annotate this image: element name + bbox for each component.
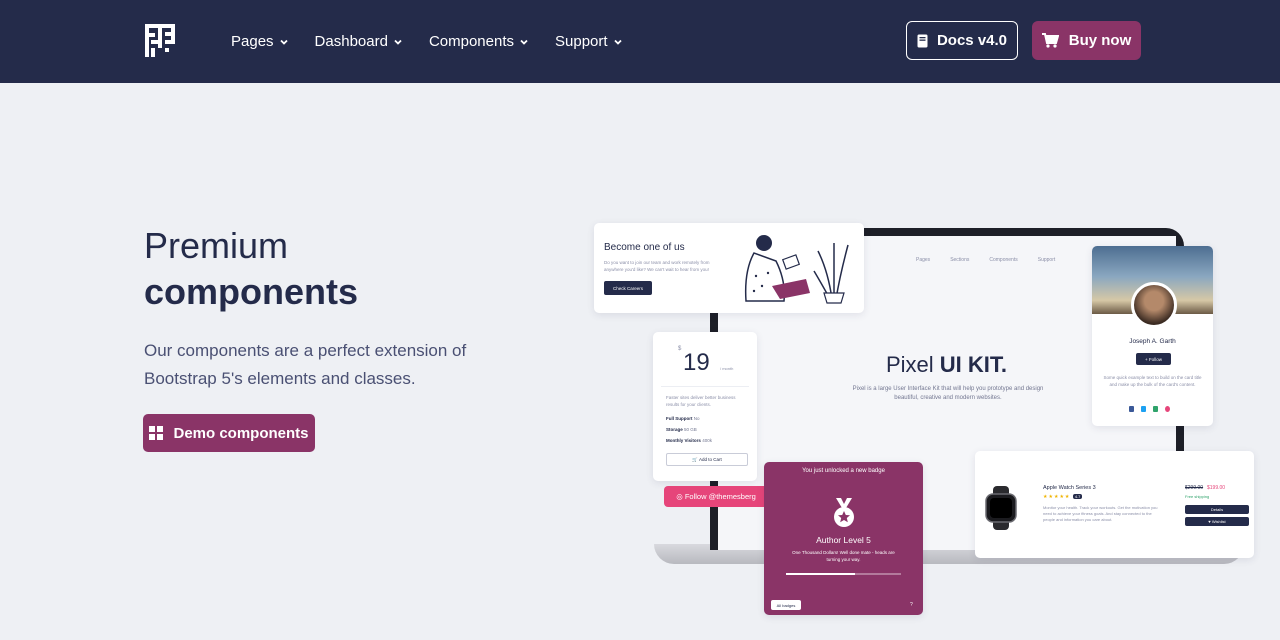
nav-item-support[interactable]: Support — [555, 33, 623, 50]
screen-title-bold: UI KIT. — [939, 352, 1008, 377]
profile-follow-label: Follow — [1148, 356, 1162, 362]
laptop-screen-description: Pixel is a large User Interface Kit that… — [852, 386, 1044, 401]
feature-name: Monthly Visitors — [666, 438, 701, 443]
screen-title-light: Pixel — [886, 352, 940, 377]
nav-item-label: Components — [428, 33, 514, 50]
facebook-icon — [1129, 406, 1134, 412]
feature-row: Full Support No — [666, 416, 700, 421]
career-card-title: Become one of us — [604, 242, 685, 253]
dribbble-icon: ◎ — [676, 492, 685, 501]
follow-label: Follow @themesberg — [684, 492, 756, 501]
product-description: Monitor your health. Track your workouts… — [1043, 505, 1158, 522]
profile-card: Joseph A. Garth + Follow Some quick exam… — [1092, 246, 1213, 426]
add-to-cart-label: Add to Cart — [699, 457, 722, 462]
product-old-price: $299.00 — [1185, 485, 1204, 491]
feature-row: Storage 50 GB — [666, 427, 697, 432]
hero-title-light: Premium — [144, 225, 289, 266]
profile-name: Joseph A. Garth — [1129, 338, 1176, 345]
cart-icon: 🛒 — [692, 456, 700, 462]
wishlist-label: Wishlist — [1211, 519, 1226, 524]
docs-button-label: Docs v4.0 — [936, 32, 1008, 49]
badge-message: One Thousand Dollars! Well done mate - h… — [792, 550, 895, 562]
product-shipping: Free shipping — [1185, 494, 1210, 499]
badge-level: Author Level 5 — [816, 535, 871, 545]
docs-button[interactable]: Docs v4.0 — [906, 21, 1018, 60]
buy-now-label: Buy now — [1068, 32, 1132, 49]
price-amount: 19 — [683, 349, 710, 376]
nav-item-components[interactable]: Components — [429, 33, 529, 50]
slack-icon — [1153, 406, 1158, 412]
screen-nav-item: Sections — [950, 257, 970, 263]
badge-card: You just unlocked a new badge Author Lev… — [764, 462, 923, 615]
help-icon: ? — [910, 602, 913, 608]
chevron-down-icon — [613, 39, 622, 45]
dribbble-icon — [1165, 406, 1170, 412]
feature-value: 50 GB — [684, 427, 697, 432]
shopping-cart-icon — [1041, 33, 1059, 48]
reading-woman-illustration — [744, 235, 849, 304]
product-rating: ★★★★★ 4.7 — [1043, 494, 1083, 500]
badge-progress-bar — [786, 573, 901, 575]
laptop-screen-nav: Pages Sections Components Support — [916, 257, 1055, 263]
rating-stars: ★★★★★ — [1043, 494, 1071, 500]
demo-components-button[interactable]: Demo components — [143, 414, 315, 452]
divider — [661, 386, 749, 387]
product-card: Apple Watch Series 3 ★★★★★ 4.7 Monitor y… — [975, 451, 1254, 558]
book-icon — [917, 34, 928, 47]
hero-description: Our components are a perfect extension o… — [144, 341, 467, 388]
badge-card-header: You just unlocked a new badge — [802, 468, 885, 474]
social-icons — [1129, 406, 1170, 412]
rating-badge: 4.7 — [1072, 494, 1083, 499]
top-navbar: Pages Dashboard Components Support Docs … — [0, 0, 1280, 83]
product-name: Apple Watch Series 3 — [1043, 485, 1096, 491]
all-badges-button: All badges — [771, 600, 801, 610]
nav-item-dashboard[interactable]: Dashboard — [315, 33, 403, 50]
price-currency: $ — [678, 346, 682, 352]
feature-name: Full Support — [666, 416, 693, 421]
chevron-down-icon — [279, 39, 288, 45]
feature-name: Storage — [666, 427, 683, 432]
add-to-cart-button: 🛒 Add to Cart — [666, 453, 748, 466]
follow-themesberg-button: ◎ Follow @themesberg — [664, 486, 768, 507]
nav-item-label: Pages — [231, 33, 274, 50]
main-nav: Pages Dashboard Components Support — [231, 0, 649, 83]
product-wishlist-button: ♥ Wishlist — [1185, 517, 1249, 526]
profile-follow-button: + Follow — [1136, 353, 1171, 365]
avatar — [1131, 282, 1177, 328]
check-careers-button: Check Careers — [604, 281, 652, 295]
feature-value: No — [693, 416, 700, 421]
laptop-screen-title: Pixel UI KIT. — [886, 352, 1007, 378]
career-card-text: Do you want to join our team and work re… — [604, 260, 710, 272]
price-period: / month — [720, 366, 734, 371]
pixel-logo-icon[interactable] — [145, 24, 175, 57]
profile-text: Some quick example text to build on the … — [1103, 375, 1202, 387]
pricing-description: Faster sites deliver better business res… — [666, 395, 736, 407]
hero-title-bold: components — [144, 271, 359, 312]
pricing-card: $ 19 / month Faster sites deliver better… — [653, 332, 757, 481]
badge-progress-fill — [786, 573, 855, 575]
twitter-icon — [1141, 406, 1146, 412]
product-details-button: Details — [1185, 505, 1249, 514]
chevron-down-icon — [394, 39, 402, 45]
apple-watch-image — [985, 486, 1017, 530]
product-new-price: $199.00 — [1207, 485, 1226, 491]
buy-now-button[interactable]: Buy now — [1032, 21, 1141, 60]
nav-item-label: Support — [555, 33, 608, 50]
demo-components-label: Demo components — [173, 424, 309, 442]
nav-item-pages[interactable]: Pages — [231, 33, 289, 50]
medal-icon — [834, 498, 854, 527]
screen-nav-item: Support — [1037, 257, 1056, 263]
feature-value: 400k — [702, 438, 712, 443]
grid-icon — [149, 426, 164, 440]
nav-item-label: Dashboard — [314, 33, 388, 50]
screen-nav-item: Components — [989, 257, 1018, 263]
screen-nav-item: Pages — [916, 257, 931, 263]
chevron-down-icon — [520, 39, 528, 45]
feature-row: Monthly Visitors 400k — [666, 438, 712, 443]
